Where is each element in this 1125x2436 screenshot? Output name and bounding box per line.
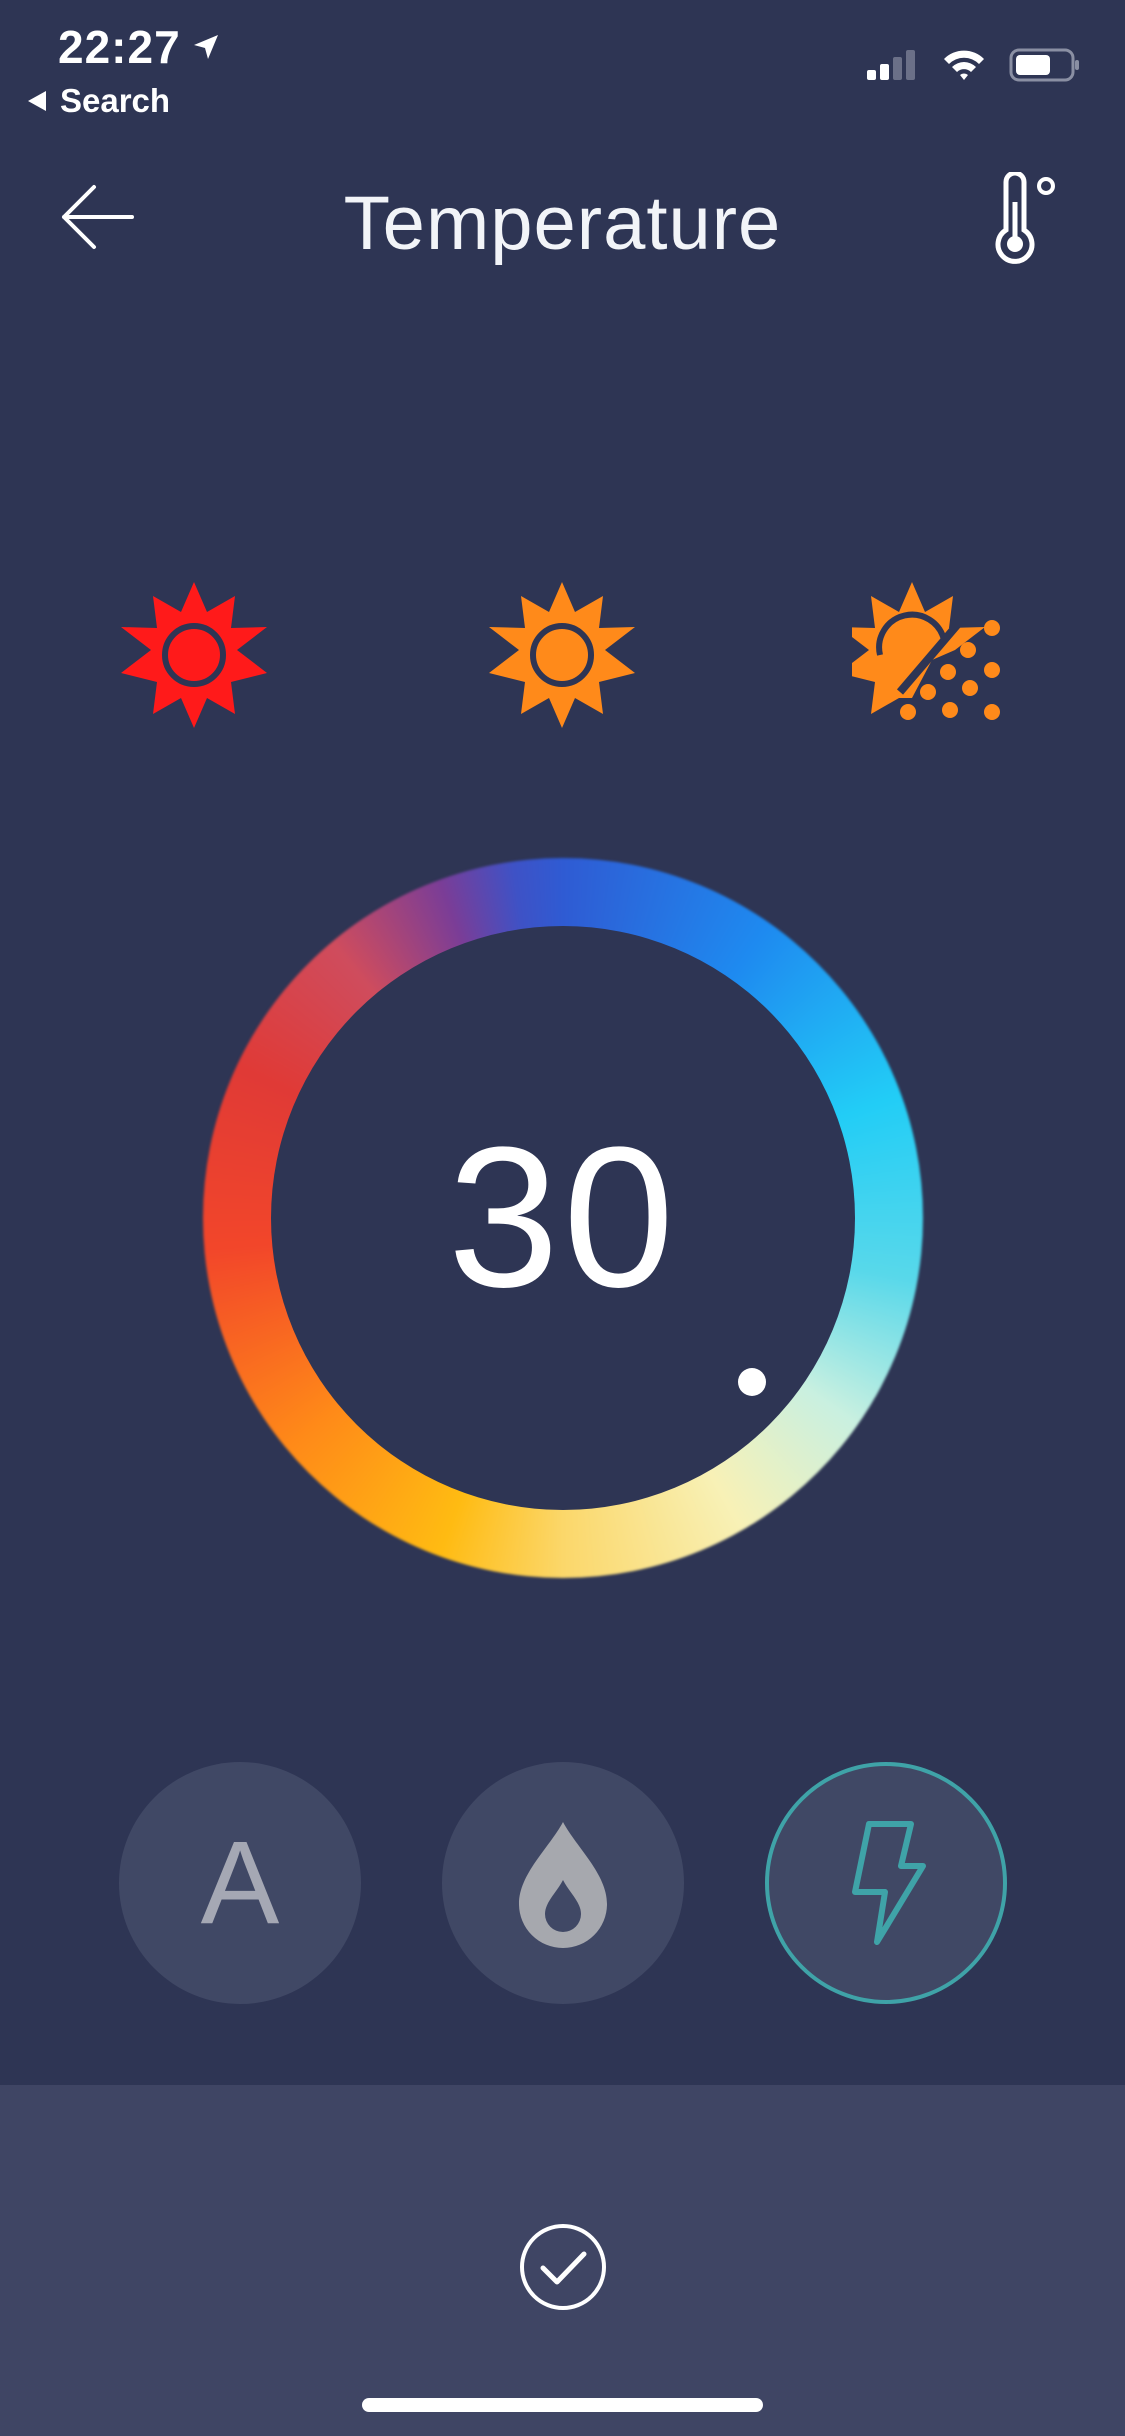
status-bar-time: 22:27: [58, 20, 221, 74]
check-circle-icon: [520, 2224, 606, 2310]
temperature-value: 30: [447, 1106, 679, 1329]
dry-mode-button[interactable]: [442, 1762, 684, 2004]
page-title: Temperature: [343, 181, 782, 266]
battery-icon: [1009, 48, 1079, 82]
confirm-button[interactable]: [518, 2222, 608, 2312]
auto-mode-label: A: [200, 1817, 280, 1949]
sun-icon: [121, 582, 267, 728]
wifi-icon: [944, 50, 984, 80]
sun-icon: [489, 582, 635, 728]
auto-mode-button[interactable]: A: [119, 1762, 361, 2004]
mode-warm-button[interactable]: [482, 575, 642, 735]
back-app-label: Search: [60, 82, 171, 119]
home-indicator[interactable]: [362, 2398, 763, 2412]
back-triangle-icon: [28, 91, 46, 111]
mode-hot-button[interactable]: [114, 575, 274, 735]
mode-mild-button[interactable]: [852, 575, 1012, 735]
sun-dots-icon: [852, 582, 1000, 720]
power-mode-button[interactable]: [765, 1762, 1007, 2004]
status-icons: [865, 48, 1081, 82]
dial-handle[interactable]: [738, 1368, 766, 1396]
signal-icon: [867, 50, 915, 80]
clock-text: 22:27: [58, 21, 181, 73]
lightning-icon: [852, 1821, 926, 1945]
location-arrow-icon: [193, 35, 218, 59]
back-to-app-link[interactable]: Search: [26, 82, 170, 120]
temperature-unit-button[interactable]: [979, 170, 1069, 270]
thermometer-degree-icon: [995, 172, 1055, 264]
drop-icon: [519, 1822, 607, 1948]
